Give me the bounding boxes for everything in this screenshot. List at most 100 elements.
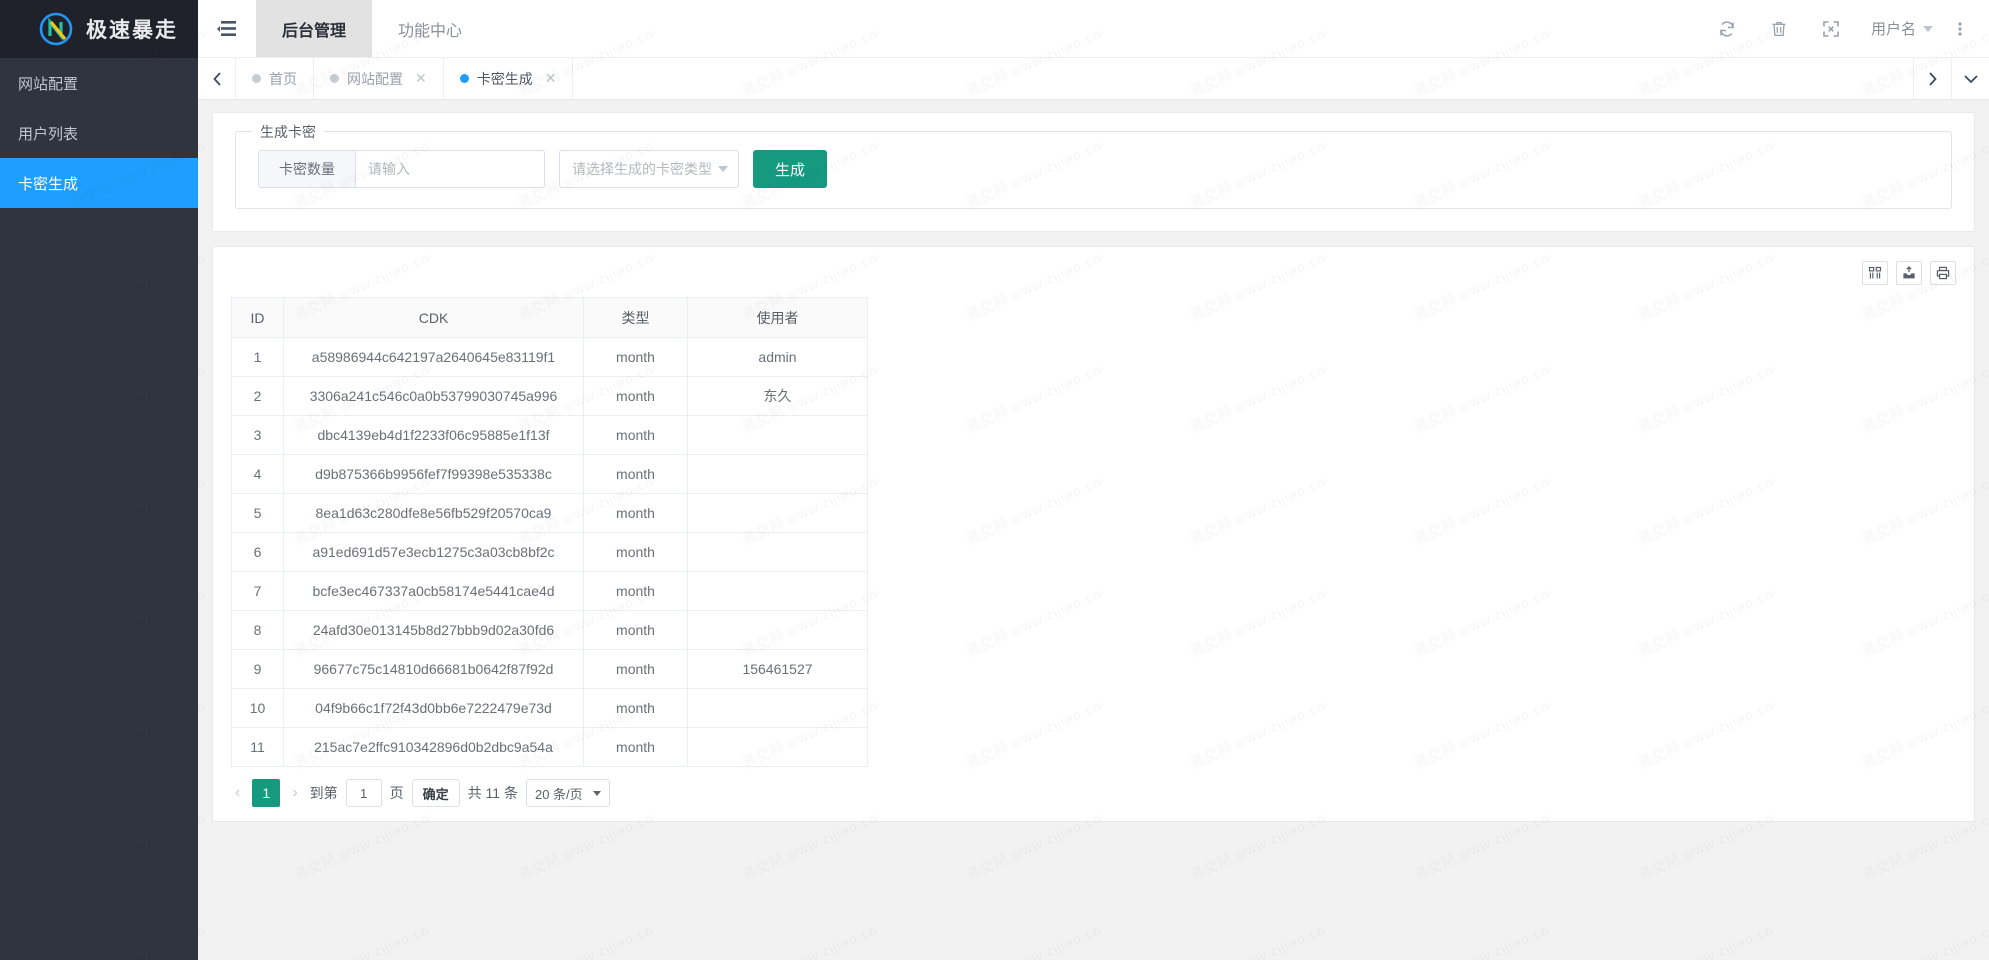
cell-user <box>687 610 868 650</box>
table-row[interactable]: 7 bcfe3ec467337a0cb58174e5441cae4d month <box>231 571 868 611</box>
table-row[interactable]: 8 24afd30e013145b8d27bbb9d02a30fd6 month <box>231 610 868 650</box>
column-header-user[interactable]: 使用者 <box>687 297 868 338</box>
menu-collapse-icon[interactable] <box>198 0 256 57</box>
header-tab-admin[interactable]: 后台管理 <box>256 0 373 57</box>
pagination-goto-prefix: 到第 <box>309 785 338 801</box>
sidebar-item-user-list[interactable]: 用户列表 <box>0 108 198 158</box>
table-row[interactable]: 10 04f9b66c1f72f43d0bb6e7222479e73d month <box>231 688 868 728</box>
close-icon[interactable]: ✕ <box>545 70 557 87</box>
cell-user <box>687 454 868 494</box>
cell-user <box>687 571 868 611</box>
header-tab-label: 功能中心 <box>398 22 463 40</box>
cell-id: 11 <box>231 727 284 767</box>
cell-user: 东久 <box>687 376 868 416</box>
generate-form-card: 生成卡密 卡密数量 请输入 请选择生成的卡密类型 生成 <box>212 112 1975 232</box>
cell-id: 5 <box>231 493 284 533</box>
table-head: ID CDK 类型 使用者 <box>231 297 868 338</box>
pagination-page-size-select[interactable]: 20 条/页 <box>525 779 610 807</box>
pagination-confirm-button[interactable]: 确定 <box>411 779 460 807</box>
tab-strip-filler <box>573 58 1913 99</box>
quantity-field-group: 卡密数量 请输入 <box>258 150 545 188</box>
pagination-page-1[interactable]: 1 <box>252 779 281 807</box>
tab-dropdown-icon[interactable] <box>1951 58 1989 99</box>
refresh-icon[interactable] <box>1701 0 1753 58</box>
chevron-left-icon[interactable] <box>198 58 236 99</box>
print-icon[interactable] <box>1930 261 1956 285</box>
tab-site-config[interactable]: 网站配置 ✕ <box>314 58 444 99</box>
trash-icon[interactable] <box>1753 0 1805 58</box>
table-body: 1 a58986944c642197a2640645e83119f1 month ad… <box>231 337 868 767</box>
logo-n-circle-icon <box>38 11 74 47</box>
generate-fieldset: 生成卡密 卡密数量 请输入 请选择生成的卡密类型 生成 <box>235 122 1952 209</box>
sidebar: 极速暴走 网站配置 用户列表 卡密生成 <box>0 0 198 960</box>
cell-type: month <box>583 532 688 572</box>
cell-user <box>687 415 868 455</box>
table-row[interactable]: 3 dbc4139eb4d1f2233f06c95885e1f13f month <box>231 415 868 455</box>
card-type-select[interactable]: 请选择生成的卡密类型 <box>559 150 739 188</box>
table-row[interactable]: 5 8ea1d63c280dfe8e56fb529f20570ca9 month <box>231 493 868 533</box>
cell-id: 8 <box>231 610 284 650</box>
fullscreen-icon[interactable] <box>1805 0 1857 58</box>
column-header-type[interactable]: 类型 <box>583 297 688 338</box>
cell-id: 6 <box>231 532 284 572</box>
cell-id: 4 <box>231 454 284 494</box>
cell-cdk: 3306a241c546c0a0b53799030745a996 <box>283 376 584 416</box>
pagination-prev-icon[interactable]: ‹ <box>231 784 244 802</box>
user-menu[interactable]: 用户名 <box>1857 0 1943 58</box>
cell-cdk: d9b875366b9956fef7f99398e535338c <box>283 454 584 494</box>
cell-type: month <box>583 571 688 611</box>
column-header-id[interactable]: ID <box>231 297 284 338</box>
cell-user: 156461527 <box>687 649 868 689</box>
table-toolbar <box>213 247 1974 297</box>
cell-cdk: 215ac7e2ffc910342896d0b2dbc9a54a <box>283 727 584 767</box>
tab-card-generate[interactable]: 卡密生成 ✕ <box>444 58 574 99</box>
quantity-label: 卡密数量 <box>258 150 355 188</box>
cell-cdk: 8ea1d63c280dfe8e56fb529f20570ca9 <box>283 493 584 533</box>
cell-user <box>687 493 868 533</box>
close-icon[interactable]: ✕ <box>415 70 427 87</box>
sidebar-item-label: 用户列表 <box>18 125 79 143</box>
table-header-row: ID CDK 类型 使用者 <box>231 297 868 338</box>
cell-id: 3 <box>231 415 284 455</box>
table-row[interactable]: 2 3306a241c546c0a0b53799030745a996 month 东久 <box>231 376 868 416</box>
table-row[interactable]: 6 a91ed691d57e3ecb1275c3a03cb8bf2c month <box>231 532 868 572</box>
tab-status-dot <box>330 74 339 83</box>
cell-user <box>687 688 868 728</box>
cell-id: 2 <box>231 376 284 416</box>
cell-id: 7 <box>231 571 284 611</box>
chevron-right-icon[interactable] <box>1913 58 1951 99</box>
content-area: 生成卡密 卡密数量 请输入 请选择生成的卡密类型 生成 ID CDK 类型 使用… <box>198 100 1989 960</box>
header-tab-function-center[interactable]: 功能中心 <box>372 0 488 57</box>
more-vertical-icon[interactable] <box>1943 0 1977 58</box>
cell-type: month <box>583 376 688 416</box>
export-icon[interactable] <box>1896 261 1922 285</box>
chevron-down-icon <box>718 166 728 172</box>
cell-cdk: 24afd30e013145b8d27bbb9d02a30fd6 <box>283 610 584 650</box>
table-row[interactable]: 11 215ac7e2ffc910342896d0b2dbc9a54a month <box>231 727 868 767</box>
user-menu-label: 用户名 <box>1870 21 1916 38</box>
cell-id: 9 <box>231 649 284 689</box>
pagination-goto-suffix: 页 <box>389 785 404 801</box>
brand: 极速暴走 <box>0 0 198 58</box>
pagination-goto-input[interactable]: 1 <box>345 779 382 807</box>
cell-cdk: a58986944c642197a2640645e83119f1 <box>283 337 584 377</box>
tab-label: 卡密生成 <box>476 70 533 87</box>
cdk-table-card: ID CDK 类型 使用者 1 a58986944c642197a2640645e… <box>212 246 1975 822</box>
quantity-input[interactable]: 请输入 <box>355 150 545 188</box>
table-wrapper: ID CDK 类型 使用者 1 a58986944c642197a2640645e… <box>213 297 1974 767</box>
main-column: 后台管理 功能中心 用户名 首页 网站配置 ✕ 卡密生成 ✕ 生成卡密 卡密数量… <box>198 0 1989 960</box>
sidebar-item-site-config[interactable]: 网站配置 <box>0 58 198 108</box>
cell-type: month <box>583 454 688 494</box>
pagination-next-icon[interactable]: › <box>288 784 301 802</box>
sidebar-item-card-generate[interactable]: 卡密生成 <box>0 158 198 208</box>
column-header-cdk[interactable]: CDK <box>283 297 584 338</box>
table-row[interactable]: 9 96677c75c14810d66681b0642f87f92d month 15… <box>231 649 868 689</box>
cell-type: month <box>583 688 688 728</box>
generate-button[interactable]: 生成 <box>753 150 828 188</box>
header-bar: 后台管理 功能中心 用户名 <box>198 0 1989 58</box>
columns-toggle-icon[interactable] <box>1862 261 1888 285</box>
table-row[interactable]: 4 d9b875366b9956fef7f99398e535338c month <box>231 454 868 494</box>
tab-home[interactable]: 首页 <box>236 58 314 99</box>
table-row[interactable]: 1 a58986944c642197a2640645e83119f1 month ad… <box>231 337 868 377</box>
cell-id: 1 <box>231 337 284 377</box>
